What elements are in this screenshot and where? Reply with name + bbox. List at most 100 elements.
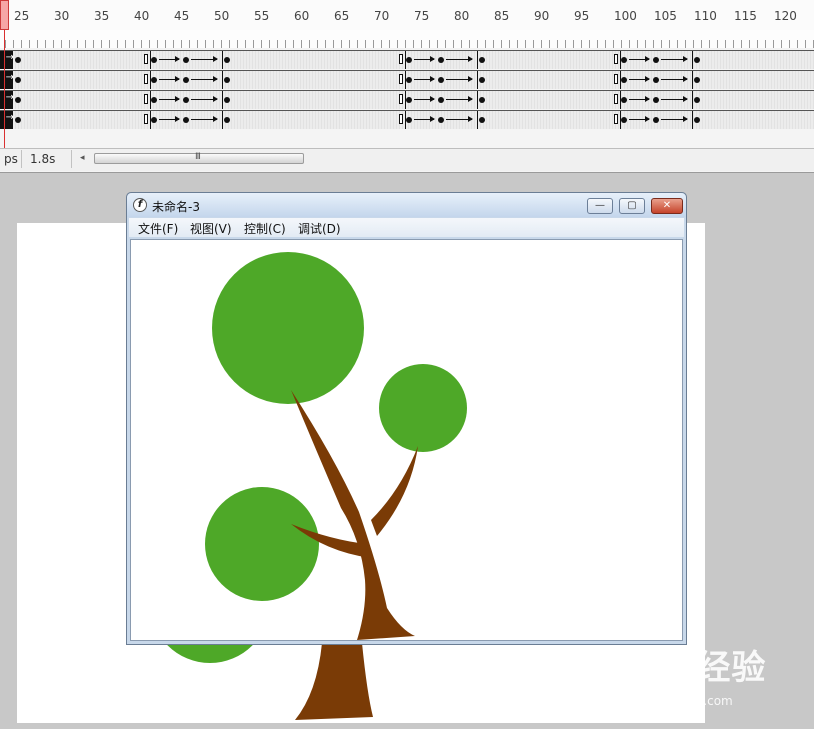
- keyframe-dot[interactable]: [15, 117, 21, 123]
- keyframe-dot[interactable]: [15, 97, 21, 103]
- blank-keyframe[interactable]: [399, 54, 403, 64]
- blank-keyframe[interactable]: [399, 74, 403, 84]
- keyframe-dot[interactable]: [183, 77, 189, 83]
- playhead-handle[interactable]: [0, 0, 9, 30]
- blank-keyframe[interactable]: [144, 74, 148, 84]
- keyframe-dot[interactable]: [406, 117, 412, 123]
- keyframe-dot[interactable]: [438, 117, 444, 123]
- restore-button[interactable]: ▢: [619, 198, 645, 214]
- keyframe-dot[interactable]: [224, 57, 230, 63]
- close-button[interactable]: ✕: [651, 198, 683, 214]
- menu-file[interactable]: 文件(F): [138, 220, 178, 237]
- keyframe-dot[interactable]: [479, 97, 485, 103]
- keyframe-dot[interactable]: [406, 77, 412, 83]
- keyframe-dot[interactable]: [438, 97, 444, 103]
- ruler-tick: [405, 40, 406, 48]
- menu-view[interactable]: 视图(V): [190, 220, 232, 237]
- tree-artwork: [205, 252, 467, 640]
- ruler-tick: [277, 40, 278, 48]
- keyframe-dot[interactable]: [224, 97, 230, 103]
- layer-selected-frames[interactable]: [0, 71, 14, 89]
- blank-keyframe[interactable]: [144, 94, 148, 104]
- player-content-area[interactable]: [130, 239, 683, 641]
- motion-tween-arrow: [414, 56, 435, 62]
- timeline-horizontal-scrollbar[interactable]: ◂ III: [80, 152, 306, 165]
- keyframe-dot[interactable]: [694, 77, 700, 83]
- keyframe-dot[interactable]: [694, 97, 700, 103]
- timeline-layer-row[interactable]: [0, 50, 814, 69]
- timeline-layer-row[interactable]: [0, 70, 814, 89]
- ruler-tick: [565, 40, 566, 48]
- blank-keyframe[interactable]: [614, 114, 618, 124]
- menu-control[interactable]: 控制(C): [244, 220, 286, 237]
- keyframe-dot[interactable]: [479, 77, 485, 83]
- ruler-tick: [301, 40, 302, 48]
- ruler-tick: [533, 40, 534, 48]
- ruler-tick: [53, 40, 54, 48]
- ruler-frame-number: 40: [134, 9, 150, 23]
- ruler-tick: [685, 40, 686, 48]
- blank-keyframe[interactable]: [144, 114, 148, 124]
- keyframe-dot[interactable]: [15, 57, 21, 63]
- frame-ruler[interactable]: 25 30 35 40 45 50 55 60 65 70 75 80 85 90 95 100 105 110 1…: [0, 0, 814, 31]
- blank-keyframe[interactable]: [614, 74, 618, 84]
- keyframe-dot[interactable]: [621, 97, 627, 103]
- keyframe-dot[interactable]: [653, 57, 659, 63]
- ruler-frame-number: 60: [294, 9, 310, 23]
- keyframe-dot[interactable]: [479, 117, 485, 123]
- keyframe-dot[interactable]: [653, 97, 659, 103]
- minimize-button[interactable]: —: [587, 198, 613, 214]
- keyframe-dot[interactable]: [183, 97, 189, 103]
- ruler-tick: [117, 40, 118, 48]
- layer-selected-frames[interactable]: [0, 111, 14, 129]
- playhead-line: [4, 30, 5, 150]
- ruler-tick: [229, 40, 230, 48]
- keyframe-dot[interactable]: [621, 57, 627, 63]
- keyframe-dot[interactable]: [224, 117, 230, 123]
- blank-keyframe[interactable]: [614, 54, 618, 64]
- keyframe-dot[interactable]: [438, 77, 444, 83]
- motion-tween-arrow: [661, 96, 688, 102]
- keyframe-dot[interactable]: [438, 57, 444, 63]
- blank-keyframe[interactable]: [399, 94, 403, 104]
- keyframe-dot[interactable]: [694, 117, 700, 123]
- ruler-tick: [381, 40, 382, 48]
- keyframe-dot[interactable]: [183, 57, 189, 63]
- ruler-tick: [661, 40, 662, 48]
- keyframe-dot[interactable]: [15, 77, 21, 83]
- keyframe-dot[interactable]: [621, 77, 627, 83]
- timeline-layer-row[interactable]: [0, 110, 814, 129]
- blank-keyframe[interactable]: [399, 114, 403, 124]
- keyframe-dot[interactable]: [406, 97, 412, 103]
- keyframe-dot[interactable]: [151, 77, 157, 83]
- flash-player-window[interactable]: f 未命名-3 — ▢ ✕ 文件(F) 视图(V) 控制(C) 调试(D): [126, 192, 687, 645]
- window-titlebar[interactable]: f 未命名-3 — ▢ ✕: [127, 193, 686, 217]
- keyframe-dot[interactable]: [621, 117, 627, 123]
- ruler-tick: [5, 40, 6, 48]
- menu-debug[interactable]: 调试(D): [298, 220, 341, 237]
- layer-selected-frames[interactable]: [0, 91, 14, 109]
- keyframe-dot[interactable]: [406, 57, 412, 63]
- keyframe-dot[interactable]: [183, 117, 189, 123]
- scrollbar-thumb[interactable]: III: [94, 152, 304, 164]
- scroll-left-arrow-icon[interactable]: ◂: [80, 153, 85, 163]
- ruler-tick: [109, 40, 110, 48]
- layer-selected-frames[interactable]: [0, 51, 14, 69]
- ruler-tick: [589, 40, 590, 48]
- keyframe-dot[interactable]: [479, 57, 485, 63]
- ruler-tick: [37, 40, 38, 48]
- ruler-tick: [245, 40, 246, 48]
- keyframe-dot[interactable]: [653, 77, 659, 83]
- keyframe-dot[interactable]: [151, 97, 157, 103]
- keyframe-dot[interactable]: [151, 117, 157, 123]
- keyframe-dot[interactable]: [694, 57, 700, 63]
- ruler-tick: [373, 40, 374, 48]
- keyframe-dot[interactable]: [151, 57, 157, 63]
- blank-keyframe[interactable]: [144, 54, 148, 64]
- blank-keyframe[interactable]: [614, 94, 618, 104]
- ruler-tick: [805, 40, 806, 48]
- timeline-layer-row[interactable]: [0, 90, 814, 109]
- keyframe-dot[interactable]: [224, 77, 230, 83]
- ruler-tick: [573, 40, 574, 48]
- keyframe-dot[interactable]: [653, 117, 659, 123]
